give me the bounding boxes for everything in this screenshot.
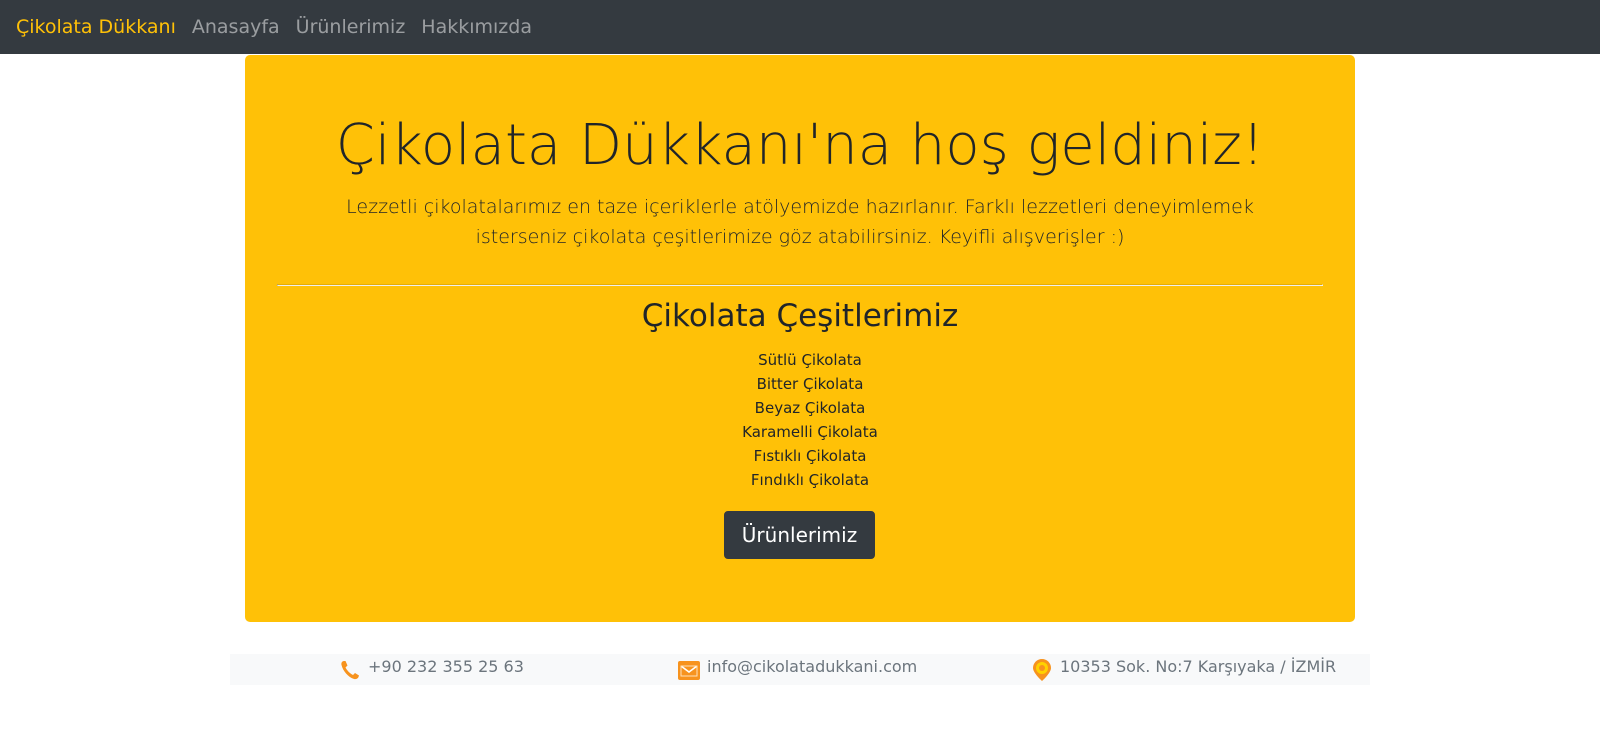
- hero-title: Çikolata Dükkanı'na hoş geldiniz!: [335, 113, 1265, 178]
- variety-item: Fıstıklı Çikolata: [753, 447, 867, 465]
- variety-item: Fındıklı Çikolata: [750, 471, 870, 489]
- contact-phone: +90 232 355 25 63: [338, 654, 524, 685]
- navbar: Çikolata Dükkanı Anasayfa Ürünlerimiz Ha…: [0, 0, 1600, 54]
- products-button[interactable]: Ürünlerimiz: [724, 511, 875, 559]
- brand-link[interactable]: Çikolata Dükkanı: [16, 16, 176, 38]
- contact-address: 10353 Sok. No:7 Karşıyaka / İZMİR: [1030, 654, 1336, 685]
- hero-divider: [277, 284, 1323, 286]
- contact-email: info@cikolatadukkani.com: [677, 654, 917, 685]
- hero-jumbotron: Çikolata Dükkanı'na hoş geldiniz! Lezzet…: [245, 55, 1355, 622]
- variety-item: Sütlü Çikolata: [758, 351, 862, 369]
- variety-item: Karamelli Çikolata: [742, 423, 878, 441]
- nav-link-products[interactable]: Ürünlerimiz: [296, 16, 406, 38]
- hero-lead: Lezzetli çikolatalarımız en taze içerikl…: [346, 196, 1254, 248]
- varieties-title: Çikolata Çeşitlerimiz: [641, 298, 959, 334]
- mail-icon: [677, 658, 701, 682]
- variety-item: Bitter Çikolata: [756, 375, 864, 393]
- contact-bar: +90 232 355 25 63 info@cikolatadukkani.c…: [230, 654, 1370, 685]
- contact-email-text[interactable]: info@cikolatadukkani.com: [707, 658, 917, 675]
- contact-phone-text: +90 232 355 25 63: [368, 656, 524, 676]
- contact-address-text: 10353 Sok. No:7 Karşıyaka / İZMİR: [1060, 656, 1337, 676]
- variety-item: Beyaz Çikolata: [754, 399, 866, 417]
- nav-link-home[interactable]: Anasayfa: [192, 16, 280, 38]
- location-pin-icon: [1030, 658, 1054, 682]
- varieties-list: Sütlü Çikolata Bitter Çikolata Beyaz Çik…: [265, 348, 1355, 492]
- nav-link-about[interactable]: Hakkımızda: [421, 16, 532, 38]
- phone-icon: [338, 658, 362, 682]
